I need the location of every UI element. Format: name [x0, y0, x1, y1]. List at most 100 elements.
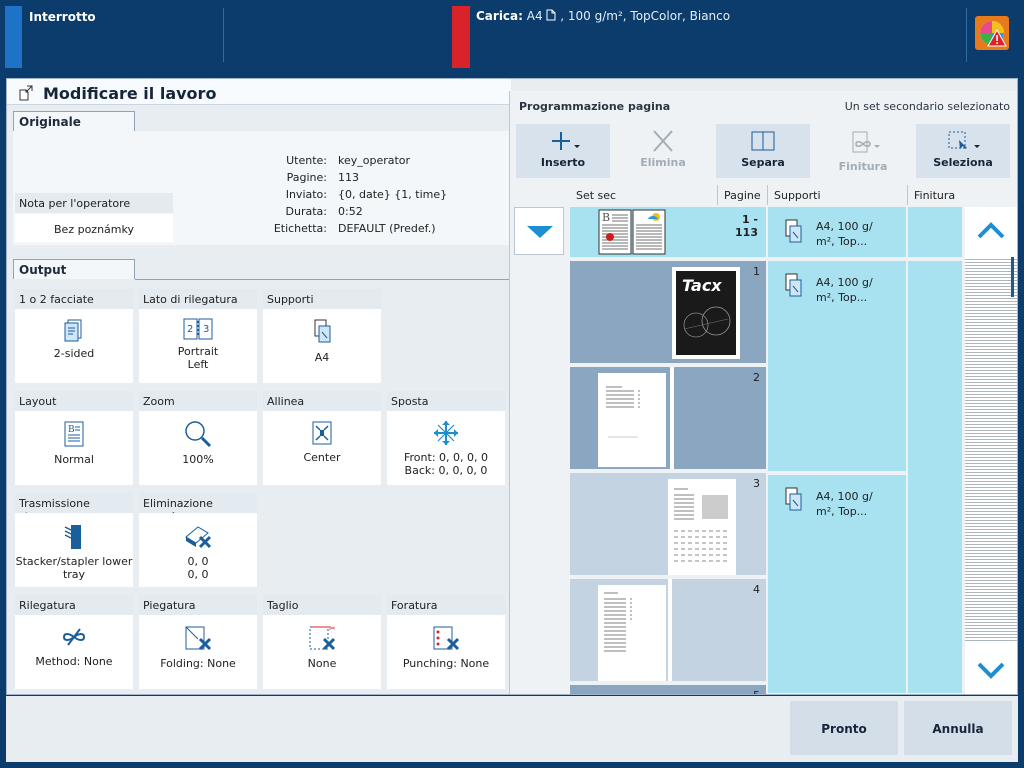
select-icon — [948, 131, 980, 149]
margin-erase-icon — [185, 526, 212, 549]
media-details-2: m², Top... — [816, 291, 868, 304]
column-header-finishing: Finitura — [908, 185, 964, 205]
pages-value: 113 — [338, 171, 359, 184]
punching-label: Foratura — [387, 595, 505, 615]
align-value: Center — [303, 451, 341, 464]
operator-note-field[interactable]: Bez poznámky — [15, 214, 173, 242]
binding-method-value: Method: None — [35, 655, 113, 668]
binding-method-tile[interactable]: Method: None — [15, 615, 133, 689]
duplex-icon — [64, 319, 82, 342]
media-tile[interactable]: A4 — [263, 309, 381, 383]
subset-row[interactable]: B 1 - 113 — [570, 207, 766, 257]
svg-text:2: 2 — [187, 324, 193, 335]
layout-tile[interactable]: B Normal — [15, 411, 133, 485]
collapse-button[interactable] — [514, 207, 564, 255]
align-label: Allinea — [263, 391, 381, 411]
duration-value: 0:52 — [338, 205, 363, 218]
load-details: , 100 g/m², TopColor, Bianco — [560, 9, 731, 23]
cancel-button[interactable]: Annulla — [904, 701, 1012, 755]
magnifier-icon — [185, 421, 212, 448]
svg-text:B: B — [602, 211, 610, 224]
page-finishing-cell[interactable] — [908, 261, 962, 693]
sides-tile[interactable]: 2-sided — [15, 309, 133, 383]
ok-button[interactable]: Pronto — [790, 701, 898, 755]
page-media-cell[interactable]: A4, 100 g/ m², Top... — [768, 475, 906, 693]
load-label: Carica: — [476, 9, 523, 23]
svg-text:✂: ✂ — [329, 624, 336, 633]
align-center-icon — [312, 421, 332, 445]
page-thumbnail — [668, 479, 736, 575]
split-button[interactable]: Separa — [716, 124, 810, 178]
title-bar: Modificare il lavoro — [7, 79, 511, 105]
zoom-tile[interactable]: 100% — [139, 411, 257, 485]
user-value: key_operator — [338, 154, 411, 167]
delivery-tile[interactable]: Stacker/stapler lower tray — [15, 513, 133, 587]
margin-tile[interactable]: 0, 0 0, 0 — [139, 513, 257, 587]
binding-edge-icon: 23 — [183, 318, 213, 340]
page-row[interactable]: 3 — [570, 473, 766, 575]
svg-text:3: 3 — [203, 324, 209, 335]
system-alert-icon[interactable] — [975, 16, 1009, 50]
thumbnail-brand: Tacx — [682, 276, 722, 295]
sent-label: Inviato: — [285, 188, 327, 201]
margin-value-1: 0, 0 — [187, 555, 209, 568]
tab-original[interactable]: Originale — [13, 111, 135, 131]
page-number: 2 — [753, 371, 760, 384]
media-icon — [785, 219, 802, 243]
trim-label: Taglio — [263, 595, 381, 615]
binding-edge-tile[interactable]: 23 Portrait Left — [139, 309, 257, 383]
media-details-1: , 100 g/ — [830, 220, 873, 233]
media-details-1: , 100 g/ — [830, 276, 873, 289]
media-details-2: m², Top... — [816, 235, 868, 248]
load-info[interactable]: Carica: A4 , 100 g/m², TopColor, Bianco — [476, 9, 730, 23]
zoom-value: 100% — [182, 453, 214, 466]
subset-media-cell[interactable]: A4, 100 g/ m², Top... — [768, 207, 906, 257]
tag-value: DEFAULT (Predef.) — [338, 222, 436, 235]
page-thumbnail: Tacx — [672, 267, 740, 359]
shift-value-front: Front: 0, 0, 0, 0 — [404, 451, 488, 464]
punching-icon — [433, 626, 460, 651]
folding-tile[interactable]: Folding: None — [139, 615, 257, 689]
scroll-up-icon[interactable] — [965, 207, 1017, 257]
shift-value-back: Back: 0, 0, 0, 0 — [404, 464, 488, 477]
trim-value: None — [307, 657, 337, 670]
trim-tile[interactable]: ✂ None — [263, 615, 381, 689]
edit-job-icon — [19, 85, 33, 101]
delete-button[interactable]: Elimina — [616, 124, 710, 178]
tab-output[interactable]: Output — [13, 259, 135, 279]
insert-button[interactable]: Inserto — [516, 124, 610, 178]
scroll-thumb[interactable] — [1011, 257, 1014, 297]
page-row[interactable]: 5 — [570, 685, 766, 694]
user-label: Utente: — [286, 154, 327, 167]
media-size: A4 — [816, 276, 831, 289]
load-size: A4 — [526, 9, 543, 23]
page-row[interactable]: 4 — [570, 579, 766, 681]
select-button[interactable]: Seleziona — [916, 124, 1010, 178]
scrollbar[interactable] — [965, 207, 1017, 694]
media-icon — [785, 487, 802, 511]
subset-finishing-cell[interactable] — [908, 207, 962, 257]
page-programming-panel: Programmazione pagina Un set secondario … — [509, 91, 1017, 694]
media-details-2: m², Top... — [816, 505, 868, 518]
shift-label: Sposta — [387, 391, 505, 411]
folding-icon — [185, 626, 212, 651]
stacker-icon — [64, 525, 81, 549]
scroll-down-icon[interactable] — [965, 644, 1017, 694]
shift-tile[interactable]: Front: 0, 0, 0, 0 Back: 0, 0, 0, 0 — [387, 411, 505, 485]
selection-status: Un set secondario selezionato — [844, 100, 1010, 113]
sides-label: 1 o 2 facciate — [15, 289, 133, 309]
finishing-button[interactable]: Finitura — [816, 124, 910, 178]
page-row[interactable]: 1 Tacx — [570, 261, 766, 363]
subset-pages-range-start: 1 - — [741, 213, 758, 226]
page-media-cell[interactable]: A4, 100 g/ m², Top... — [768, 261, 906, 471]
operator-note-label: Nota per l'operatore — [15, 193, 173, 213]
scroll-track[interactable] — [965, 257, 1017, 641]
page-row[interactable]: 2 — [570, 367, 766, 469]
media-size: A4 — [816, 490, 831, 503]
punching-tile[interactable]: Punching: None — [387, 615, 505, 689]
trim-icon: ✂ — [309, 624, 336, 651]
align-tile[interactable]: Center — [263, 411, 381, 485]
divider — [223, 8, 224, 62]
divider — [135, 279, 511, 280]
media-details-1: , 100 g/ — [830, 490, 873, 503]
